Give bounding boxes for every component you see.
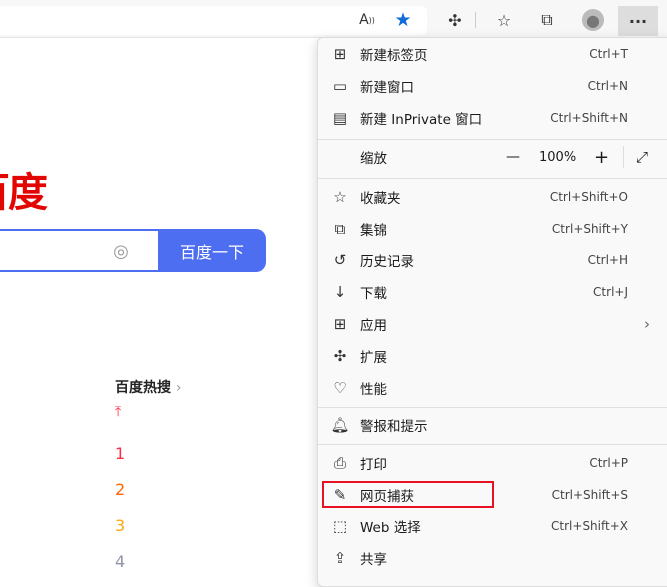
menu-item-alerts[interactable]: 🔔︎ 警报和提示 bbox=[318, 409, 667, 441]
zoom-in-button[interactable]: + bbox=[594, 147, 609, 168]
menu-shortcut: Ctrl+T bbox=[589, 47, 628, 61]
menu-shortcut: Ctrl+Shift+O bbox=[549, 190, 628, 204]
toolbar-divider bbox=[475, 12, 476, 28]
menu-label: Web 选择 bbox=[360, 520, 421, 536]
hot-search-label: 百度热搜 bbox=[115, 380, 171, 396]
highlight-box bbox=[322, 481, 494, 508]
menu-separator bbox=[318, 178, 667, 179]
favorite-star-icon[interactable]: ★ bbox=[392, 9, 414, 31]
zoom-level: 100% bbox=[539, 149, 577, 165]
menu-label: 下载 bbox=[360, 286, 387, 302]
download-icon: ↓ bbox=[333, 283, 347, 301]
menu-separator bbox=[318, 444, 667, 445]
menu-label: 扩展 bbox=[360, 350, 387, 366]
new-tab-icon: ⊞ bbox=[333, 45, 347, 63]
favorites-icon[interactable]: ☆ bbox=[493, 9, 515, 31]
menu-label: 收藏夹 bbox=[360, 191, 401, 207]
menu-item-web-select[interactable]: ⬚ Web 选择 Ctrl+Shift+X bbox=[318, 510, 667, 542]
rank-number: 4 bbox=[115, 552, 126, 571]
menu-label: 集锦 bbox=[360, 223, 387, 239]
chevron-right-icon: › bbox=[644, 315, 650, 333]
web-select-icon: ⬚ bbox=[332, 517, 348, 535]
profile-icon[interactable]: ● bbox=[582, 9, 604, 31]
menu-item-new-window[interactable]: ▭ 新建窗口 Ctrl+N bbox=[318, 70, 667, 102]
menu-label: 缩放 bbox=[360, 151, 387, 167]
menu-item-favorites[interactable]: ☆ 收藏夹 Ctrl+Shift+O bbox=[318, 181, 667, 213]
menu-item-zoom: 缩放 — 100% + ⤢ bbox=[318, 141, 667, 173]
rank-number: 3 bbox=[115, 516, 126, 535]
menu-label: 历史记录 bbox=[360, 254, 414, 270]
menu-separator bbox=[318, 407, 667, 408]
menu-shortcut: Ctrl+Shift+Y bbox=[551, 222, 628, 236]
rank-number: 1 bbox=[115, 444, 126, 463]
zoom-divider bbox=[623, 146, 624, 168]
menu-label: 新建 InPrivate 窗口 bbox=[360, 112, 483, 128]
menu-item-apps[interactable]: ⊞ 应用 › bbox=[318, 308, 667, 340]
hot-search-title[interactable]: 百度热搜 › bbox=[115, 377, 181, 397]
menu-item-collections[interactable]: ⧉ 集锦 Ctrl+Shift+Y bbox=[318, 213, 667, 245]
menu-label: 新建标签页 bbox=[360, 48, 428, 64]
favorites-icon: ☆ bbox=[333, 188, 347, 206]
menu-label: 警报和提示 bbox=[360, 419, 428, 435]
search-input[interactable]: ◎ bbox=[0, 229, 158, 272]
menu-label: 共享 bbox=[360, 552, 387, 568]
zoom-out-button[interactable]: — bbox=[506, 149, 520, 165]
fullscreen-icon[interactable]: ⤢ bbox=[636, 148, 648, 166]
chevron-right-icon: › bbox=[175, 380, 182, 396]
menu-item-inprivate[interactable]: ▤ 新建 InPrivate 窗口 Ctrl+Shift+N bbox=[318, 102, 667, 134]
menu-shortcut: Ctrl+J bbox=[593, 285, 628, 299]
more-icon[interactable]: ··· bbox=[618, 6, 658, 36]
menu-label: 新建窗口 bbox=[360, 80, 414, 96]
menu-item-history[interactable]: ↺ 历史记录 Ctrl+H bbox=[318, 244, 667, 276]
menu-shortcut: Ctrl+H bbox=[587, 253, 628, 267]
performance-icon: ♡ bbox=[333, 379, 347, 397]
extensions-icon[interactable]: ✣ bbox=[444, 9, 466, 31]
apps-icon: ⊞ bbox=[333, 315, 347, 333]
menu-label: 打印 bbox=[360, 457, 387, 473]
menu-separator bbox=[318, 139, 667, 140]
browser-toolbar: A)) ★ ✣ ☆ ⧉ ● ··· bbox=[0, 0, 667, 38]
camera-icon[interactable]: ◎ bbox=[110, 241, 132, 262]
menu-item-performance[interactable]: ♡ 性能 bbox=[318, 372, 667, 404]
menu-item-new-tab[interactable]: ⊞ 新建标签页 Ctrl+T bbox=[318, 38, 667, 70]
inprivate-icon: ▤ bbox=[332, 109, 348, 127]
history-icon: ↺ bbox=[333, 251, 347, 269]
menu-label: 应用 bbox=[360, 318, 387, 334]
menu-shortcut: Ctrl+P bbox=[589, 456, 628, 470]
menu-item-downloads[interactable]: ↓ 下载 Ctrl+J bbox=[318, 276, 667, 308]
new-window-icon: ▭ bbox=[332, 77, 348, 95]
menu-shortcut: Ctrl+Shift+N bbox=[550, 111, 628, 125]
menu-shortcut: Ctrl+Shift+X bbox=[551, 519, 628, 533]
menu-item-extensions[interactable]: ✣ 扩展 bbox=[318, 340, 667, 372]
rank-number: 2 bbox=[115, 480, 126, 499]
menu-item-share[interactable]: ⇪ 共享 bbox=[318, 542, 667, 574]
collections-icon[interactable]: ⧉ bbox=[536, 9, 558, 31]
collections-icon: ⧉ bbox=[334, 220, 346, 238]
bell-icon: 🔔︎ bbox=[330, 416, 350, 434]
menu-shortcut: Ctrl+Shift+S bbox=[551, 488, 628, 502]
print-icon: ⎙ bbox=[333, 454, 346, 472]
search-button[interactable]: 百度一下 bbox=[158, 229, 266, 272]
baidu-logo: 百度 bbox=[0, 170, 48, 216]
menu-shortcut: Ctrl+N bbox=[587, 79, 628, 93]
extensions-icon: ✣ bbox=[333, 347, 347, 365]
menu-item-print[interactable]: ⎙ 打印 Ctrl+P bbox=[318, 447, 667, 479]
pin-top-icon: ⤒ bbox=[115, 404, 122, 420]
read-aloud-icon[interactable]: A)) bbox=[356, 10, 378, 30]
share-icon: ⇪ bbox=[333, 549, 347, 567]
menu-label: 性能 bbox=[360, 382, 387, 398]
